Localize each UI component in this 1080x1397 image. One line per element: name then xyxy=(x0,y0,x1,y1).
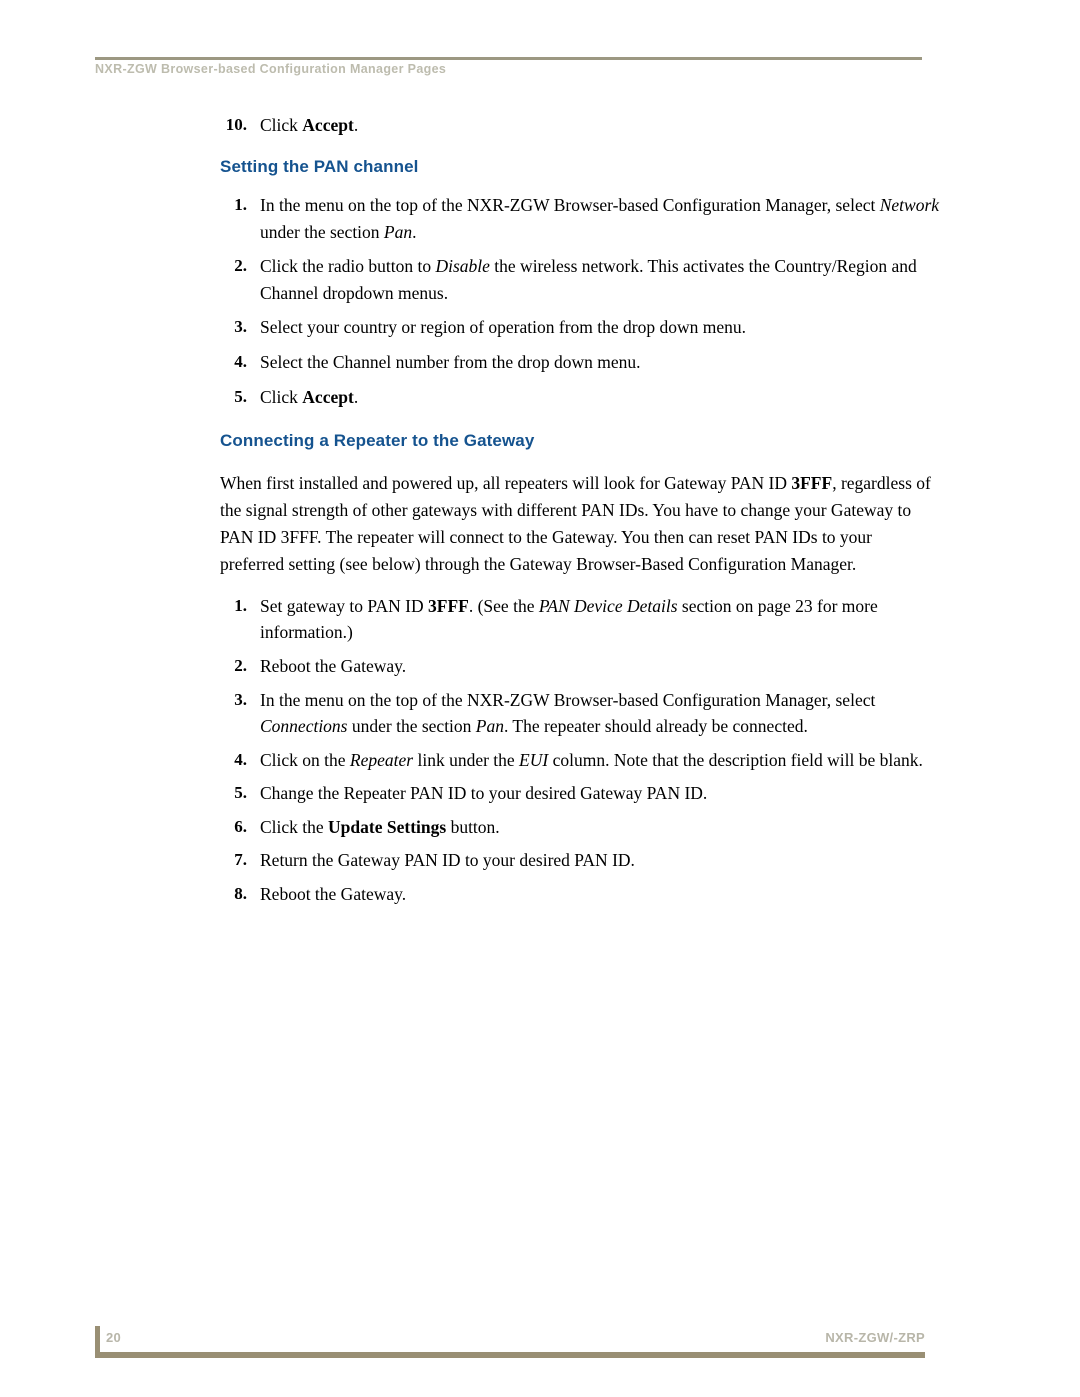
text-emphasis-italic: Disable xyxy=(435,256,490,277)
step-number: 2. xyxy=(234,256,247,276)
step-text: Reboot the Gateway. xyxy=(260,656,406,676)
list-item: 1. In the menu on the top of the NXR-ZGW … xyxy=(220,192,940,245)
text-segment: Click the xyxy=(260,816,329,837)
text-segment: Select the Channel number from the drop … xyxy=(260,351,641,372)
procedure-list-connect-repeater: 1. Set gateway to PAN ID 3FFF. (See the P… xyxy=(220,593,940,908)
step-number: 5. xyxy=(234,783,247,803)
text-segment: column. Note that the description field … xyxy=(548,749,923,770)
list-item: 7. Return the Gateway PAN ID to your desi… xyxy=(220,847,940,874)
text-emphasis-italic: EUI xyxy=(519,749,549,770)
list-item: 5. Click Accept. xyxy=(220,384,940,411)
list-item: 4. Click on the Repeater link under the E… xyxy=(220,747,940,774)
step-text: Click the Update Settings button. xyxy=(260,817,500,837)
text-segment: under the section xyxy=(347,716,476,737)
step-text: Click Accept. xyxy=(260,387,358,407)
text-segment: . xyxy=(412,221,417,242)
step-number: 5. xyxy=(234,386,247,406)
text-segment: Reboot the Gateway. xyxy=(260,655,407,676)
header-rule xyxy=(95,57,922,60)
step-number: 1. xyxy=(234,194,247,214)
step-text: Change the Repeater PAN ID to your desir… xyxy=(260,783,707,803)
list-item: 2. Click the radio button to Disable the … xyxy=(220,253,940,306)
text-emphasis-italic: Connections xyxy=(260,716,348,737)
text-emphasis-italic: Network xyxy=(879,194,940,215)
step-number: 6. xyxy=(234,816,247,836)
text-segment: In the menu on the top of the NXR-ZGW Br… xyxy=(260,194,880,215)
text-segment: button. xyxy=(446,816,500,837)
text-segment: . (See the xyxy=(468,595,539,616)
step-number: 3. xyxy=(234,689,247,709)
text-emphasis-italic: Pan xyxy=(383,221,413,242)
lead-step-list: 10. Click Accept. xyxy=(220,112,940,139)
text-segment: Reboot the Gateway. xyxy=(260,884,407,905)
text-emphasis-bold: 3FFF xyxy=(791,472,833,493)
step-text: Return the Gateway PAN ID to your desire… xyxy=(260,850,635,870)
step-number: 7. xyxy=(234,850,247,870)
list-item: 10. Click Accept. xyxy=(220,112,940,139)
text-emphasis-bold: 3FFF xyxy=(428,595,469,616)
list-item: 6. Click the Update Settings button. xyxy=(220,814,940,841)
list-item: 3. Select your country or region of opera… xyxy=(220,314,940,341)
text-segment: Click on the xyxy=(260,749,350,770)
text-segment: In the menu on the top of the NXR-ZGW Br… xyxy=(260,689,876,710)
text-emphasis-italic: Repeater xyxy=(349,749,414,770)
text-segment: Select your country or region of operati… xyxy=(260,317,746,338)
step-text: Select the Channel number from the drop … xyxy=(260,352,641,372)
step-number: 4. xyxy=(234,351,247,371)
text-segment: . The repeater should already be connect… xyxy=(504,716,808,737)
procedure-list-pan-channel: 1. In the menu on the top of the NXR-ZGW … xyxy=(220,192,940,410)
text-segment: Change the Repeater PAN ID to your desir… xyxy=(260,783,708,804)
content-column: 10. Click Accept. Setting the PAN channe… xyxy=(220,112,940,915)
heading-block-connect-repeater: Connecting a Repeater to the Gateway xyxy=(220,431,940,451)
section-heading-connect-repeater: Connecting a Repeater to the Gateway xyxy=(220,431,535,451)
step-text-segment: Click xyxy=(260,115,303,135)
step-number: 4. xyxy=(234,749,247,769)
step-text-segment: . xyxy=(353,115,359,135)
text-segment: When first installed and powered up, all… xyxy=(220,472,792,493)
step-number: 1. xyxy=(234,595,247,615)
text-emphasis-italic: PAN Device Details xyxy=(538,595,678,616)
list-item: 3. In the menu on the top of the NXR-ZGW … xyxy=(220,687,940,740)
text-segment: link under the xyxy=(413,749,520,770)
step-text: Click on the Repeater link under the EUI… xyxy=(260,750,923,770)
step-text: Reboot the Gateway. xyxy=(260,884,406,904)
text-segment: . xyxy=(353,386,359,407)
footer-document-id: NXR-ZGW/-ZRP xyxy=(825,1330,925,1345)
section-heading-pan-channel: Setting the PAN channel xyxy=(220,156,419,176)
text-emphasis-bold: Accept xyxy=(302,386,354,407)
text-segment: Click the radio button to xyxy=(260,256,436,277)
body-paragraph: When first installed and powered up, all… xyxy=(220,470,940,579)
step-text: Click Accept. xyxy=(260,115,358,135)
text-segment: Click xyxy=(260,386,303,407)
list-item: 2. Reboot the Gateway. xyxy=(220,653,940,680)
text-segment: Set gateway to PAN ID xyxy=(260,595,429,616)
footer-rule xyxy=(95,1352,925,1358)
list-item: 4. Select the Channel number from the dro… xyxy=(220,349,940,376)
step-number: 2. xyxy=(234,655,247,675)
heading-block-pan-channel: Setting the PAN channel xyxy=(220,157,940,177)
text-segment: Return the Gateway PAN ID to your desire… xyxy=(260,850,635,871)
running-header-title: NXR-ZGW Browser-based Configuration Mana… xyxy=(95,62,447,76)
step-number: 3. xyxy=(234,317,247,337)
text-segment: under the section xyxy=(260,221,384,242)
list-item: 8. Reboot the Gateway. xyxy=(220,881,940,908)
text-emphasis-italic: Pan xyxy=(475,716,504,737)
step-text: Set gateway to PAN ID 3FFF. (See the PAN… xyxy=(260,596,878,643)
step-text: Select your country or region of operati… xyxy=(260,317,746,337)
list-item: 1. Set gateway to PAN ID 3FFF. (See the P… xyxy=(220,593,940,646)
step-text: Click the radio button to Disable the wi… xyxy=(260,256,917,303)
step-text-emphasis: Accept xyxy=(302,115,354,135)
list-item: 5. Change the Repeater PAN ID to your des… xyxy=(220,780,940,807)
step-text: In the menu on the top of the NXR-ZGW Br… xyxy=(260,690,875,737)
step-number: 8. xyxy=(234,884,247,904)
document-page: NXR-ZGW Browser-based Configuration Mana… xyxy=(0,0,1080,1397)
step-number: 10. xyxy=(225,115,247,134)
step-text: In the menu on the top of the NXR-ZGW Br… xyxy=(260,195,939,242)
text-emphasis-bold: Update Settings xyxy=(328,816,447,837)
